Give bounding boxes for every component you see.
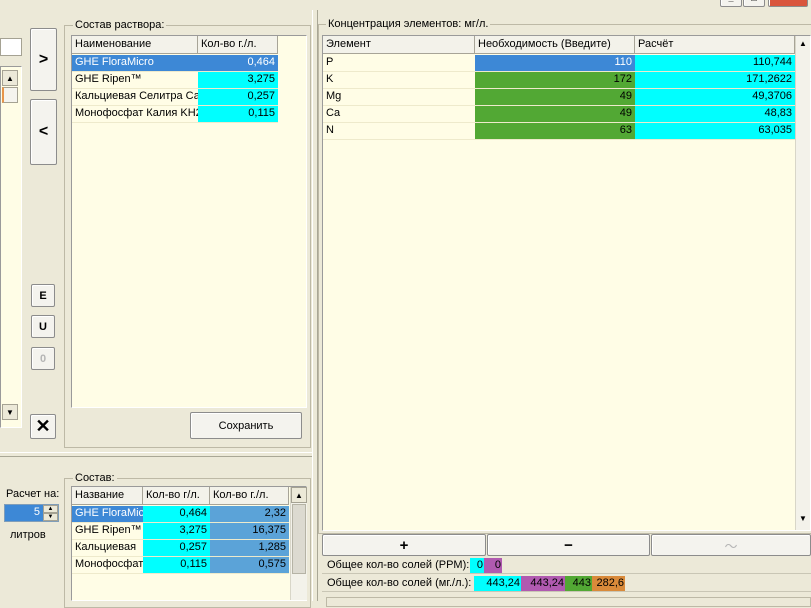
calc-value-input[interactable]: 5 — [5, 505, 43, 521]
scroll-down-arrow[interactable]: ▼ — [2, 404, 18, 420]
solution-row-qty[interactable]: 0,257 — [198, 89, 278, 106]
add-element-button[interactable]: + — [322, 534, 486, 556]
solution-row-qty[interactable]: 3,275 — [198, 72, 278, 89]
concentration-table[interactable]: Элемент Необходимость (Введите) Расчёт P… — [322, 35, 811, 531]
composition-row-total[interactable]: 1,285 — [210, 540, 289, 557]
composition-row-total[interactable]: 2,32 — [210, 506, 289, 523]
scroll-up-arrow[interactable]: ▲ — [291, 487, 307, 503]
totals-ppm-row: Общее кол-во солей (PPM): 0 0 — [322, 557, 811, 574]
solution-table[interactable]: Наименование Кол-во г./л. GHE FloraMicro… — [71, 35, 307, 408]
chart-button[interactable]: 〜 — [651, 534, 811, 556]
u-button[interactable]: U — [31, 315, 55, 338]
composition-row-name[interactable]: Кальциевая — [72, 540, 143, 557]
horizontal-splitter[interactable] — [0, 452, 312, 457]
scroll-thumb[interactable] — [2, 87, 18, 103]
composition-header-name[interactable]: Название — [72, 487, 143, 505]
concentration-row-calc[interactable]: 63,035 — [635, 123, 795, 140]
delete-button[interactable]: ✕ — [30, 414, 56, 439]
scroll-up-arrow[interactable]: ▲ — [2, 70, 18, 86]
concentration-header-need[interactable]: Необходимость (Введите) — [475, 36, 635, 54]
mg-value: 282,6 — [592, 576, 625, 591]
composition-scrollbar[interactable]: ▲ — [290, 487, 307, 600]
concentration-title: Концентрация элементов: мг/л. — [326, 18, 491, 30]
concentration-row-calc[interactable]: 110,744 — [635, 55, 795, 72]
composition-row-name[interactable]: GHE Ripen™ — [72, 523, 143, 540]
remove-from-solution-button[interactable]: < — [30, 99, 57, 165]
solution-row-qty[interactable]: 0,115 — [198, 106, 278, 123]
solution-row-name[interactable]: Кальциевая Селитра Са — [72, 89, 198, 106]
window-controls: _ □ ✕ — [716, 0, 811, 8]
concentration-header-calc[interactable]: Расчёт — [635, 36, 795, 54]
solution-row-qty[interactable]: 0,464 — [198, 55, 278, 72]
calc-spinner[interactable]: 5 ▲ ▼ — [4, 504, 59, 522]
scroll-up-arrow[interactable]: ▲ — [797, 39, 809, 48]
composition-table[interactable]: Название Кол-во г/л. Кол-во г./л. GHE Fl… — [71, 486, 307, 601]
save-button[interactable]: Сохранить — [190, 412, 302, 439]
concentration-row-calc[interactable]: 171,2622 — [635, 72, 795, 89]
o-button[interactable]: 0 — [31, 347, 55, 370]
add-to-solution-button[interactable]: > — [30, 28, 57, 91]
bottom-group-edge — [326, 597, 811, 607]
concentration-row-element[interactable]: N — [323, 123, 475, 140]
composition-row-total[interactable]: 16,375 — [210, 523, 289, 540]
concentration-row-need[interactable]: 49 — [475, 89, 635, 106]
concentration-row-calc[interactable]: 48,83 — [635, 106, 795, 123]
concentration-row-need[interactable]: 49 — [475, 106, 635, 123]
concentration-row-element[interactable]: Ca — [323, 106, 475, 123]
solution-title: Состав раствора: — [73, 19, 167, 31]
composition-title: Состав: — [73, 472, 117, 484]
e-button[interactable]: E — [31, 284, 55, 307]
calc-label: Расчет на: — [6, 488, 60, 500]
solution-header-qty[interactable]: Кол-во г./л. — [198, 36, 278, 54]
calc-unit: литров — [10, 529, 46, 541]
solution-row-name[interactable]: Монофосфат Калия KH2 — [72, 106, 198, 123]
concentration-scrollbar[interactable]: ▲ ▼ — [795, 36, 810, 530]
concentration-row-calc[interactable]: 49,3706 — [635, 89, 795, 106]
composition-row-name[interactable]: Монофосфат — [72, 557, 143, 574]
mg-label: Общее кол-во солей (мг./л.): — [327, 577, 472, 589]
concentration-row-need[interactable]: 110 — [475, 55, 635, 72]
close-window-button[interactable]: ✕ — [768, 0, 808, 7]
solution-row-name[interactable]: GHE Ripen™ — [72, 72, 198, 89]
mg-value: 443 — [565, 576, 592, 591]
composition-row-name[interactable]: GHE FloraMicro — [72, 506, 143, 523]
concentration-row-need[interactable]: 172 — [475, 72, 635, 89]
scroll-thumb[interactable] — [292, 504, 306, 574]
minimize-button[interactable]: _ — [720, 0, 742, 7]
composition-row-qty[interactable]: 0,257 — [143, 540, 210, 557]
concentration-row-element[interactable]: P — [323, 55, 475, 72]
ppm-label: Общее кол-во солей (PPM): — [327, 559, 470, 571]
solution-row-name[interactable]: GHE FloraMicro — [72, 55, 198, 72]
totals-mg-row: Общее кол-во солей (мг./л.): 443,24 443,… — [322, 575, 811, 592]
mg-value: 443,24 — [474, 576, 521, 591]
solution-header-name[interactable]: Наименование — [72, 36, 198, 54]
composition-row-qty[interactable]: 0,464 — [143, 506, 210, 523]
mg-value: 443,24 — [521, 576, 565, 591]
left-catalog-panel: ▲ ▼ — [0, 30, 22, 430]
remove-element-button[interactable]: − — [487, 534, 650, 556]
composition-row-qty[interactable]: 3,275 — [143, 523, 210, 540]
catalog-list-area[interactable] — [0, 66, 22, 428]
maximize-button[interactable]: □ — [743, 0, 765, 7]
composition-row-total[interactable]: 0,575 — [210, 557, 289, 574]
composition-header-total[interactable]: Кол-во г./л. — [210, 487, 289, 505]
composition-header-qty[interactable]: Кол-во г/л. — [143, 487, 210, 505]
composition-row-qty[interactable]: 0,115 — [143, 557, 210, 574]
scroll-down-arrow[interactable]: ▼ — [797, 514, 809, 523]
spin-down-arrow[interactable]: ▼ — [43, 513, 58, 521]
concentration-row-element[interactable]: K — [323, 72, 475, 89]
ppm-value: 0 — [484, 558, 502, 573]
concentration-header-element[interactable]: Элемент — [323, 36, 475, 54]
catalog-list[interactable] — [0, 38, 22, 56]
concentration-row-element[interactable]: Mg — [323, 89, 475, 106]
ppm-value: 0 — [470, 558, 484, 573]
spin-up-arrow[interactable]: ▲ — [43, 505, 58, 513]
concentration-row-need[interactable]: 63 — [475, 123, 635, 140]
